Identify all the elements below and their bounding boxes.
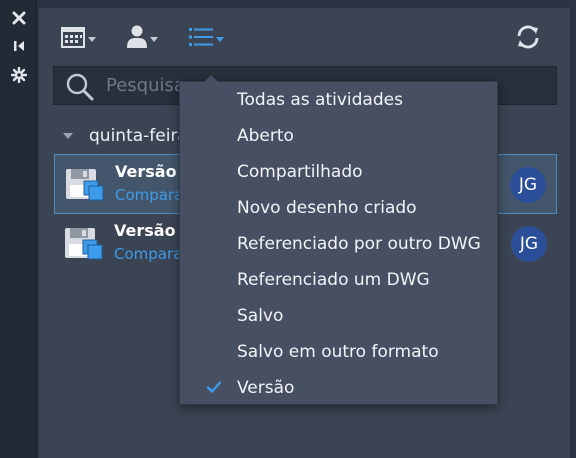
palette-title-strip [0, 0, 37, 458]
collapse-icon[interactable] [9, 36, 29, 56]
menu-item-referenciado-um-dwg[interactable]: Referenciado um DWG [180, 262, 497, 298]
menu-item-salvo[interactable]: Salvo [180, 298, 497, 334]
close-icon[interactable] [9, 8, 29, 28]
menu-item-referenciado-por-outro-dwg[interactable]: Referenciado por outro DWG [180, 226, 497, 262]
search-icon [65, 72, 95, 106]
chevron-down-icon [88, 36, 96, 42]
avatar: JG [511, 226, 547, 262]
menu-item-label: Compartilhado [237, 162, 363, 182]
collapse-triangle-icon [63, 133, 73, 139]
menu-item-label: Salvo em outro formato [237, 342, 439, 362]
menu-item-compartilhado[interactable]: Compartilhado [180, 154, 497, 190]
menu-item-label: Aberto [237, 126, 294, 146]
calendar-icon [61, 26, 85, 52]
menu-item-versao[interactable]: Versão [180, 370, 497, 406]
menu-pointer [204, 75, 218, 82]
activity-type-filter-button[interactable] [189, 26, 224, 52]
menu-item-label: Salvo [237, 306, 284, 326]
group-header[interactable]: quinta-feira [63, 122, 188, 150]
menu-item-todas-as-atividades[interactable]: Todas as atividades [180, 82, 497, 118]
save-version-icon [65, 226, 103, 262]
menu-item-label: Novo desenho criado [237, 198, 417, 218]
activity-type-dropdown-menu: Todas as atividades Aberto Compartilhado… [179, 75, 498, 406]
compare-link[interactable]: Compara [114, 245, 182, 263]
chevron-down-icon [150, 36, 158, 42]
avatar: JG [510, 167, 546, 203]
checkmark-icon [206, 379, 222, 395]
list-filter-icon [189, 27, 213, 51]
menu-item-novo-desenho-criado[interactable]: Novo desenho criado [180, 190, 497, 226]
menu-item-label: Todas as atividades [237, 90, 403, 110]
user-filter-button[interactable] [127, 25, 158, 53]
menu-item-label: Referenciado um DWG [237, 270, 430, 290]
save-version-icon [66, 167, 104, 203]
date-filter-button[interactable] [61, 26, 96, 52]
refresh-button[interactable] [515, 24, 541, 54]
compare-link[interactable]: Compara [115, 186, 183, 204]
menu-item-salvo-em-outro-formato[interactable]: Salvo em outro formato [180, 334, 497, 370]
menu-item-label: Referenciado por outro DWG [237, 234, 481, 254]
menu-item-aberto[interactable]: Aberto [180, 118, 497, 154]
group-date-label: quinta-feira [89, 126, 188, 146]
menu-item-label: Versão [237, 378, 295, 398]
settings-icon[interactable] [9, 65, 29, 85]
chevron-down-icon [216, 36, 224, 42]
user-icon [127, 25, 147, 53]
refresh-icon [515, 24, 541, 54]
